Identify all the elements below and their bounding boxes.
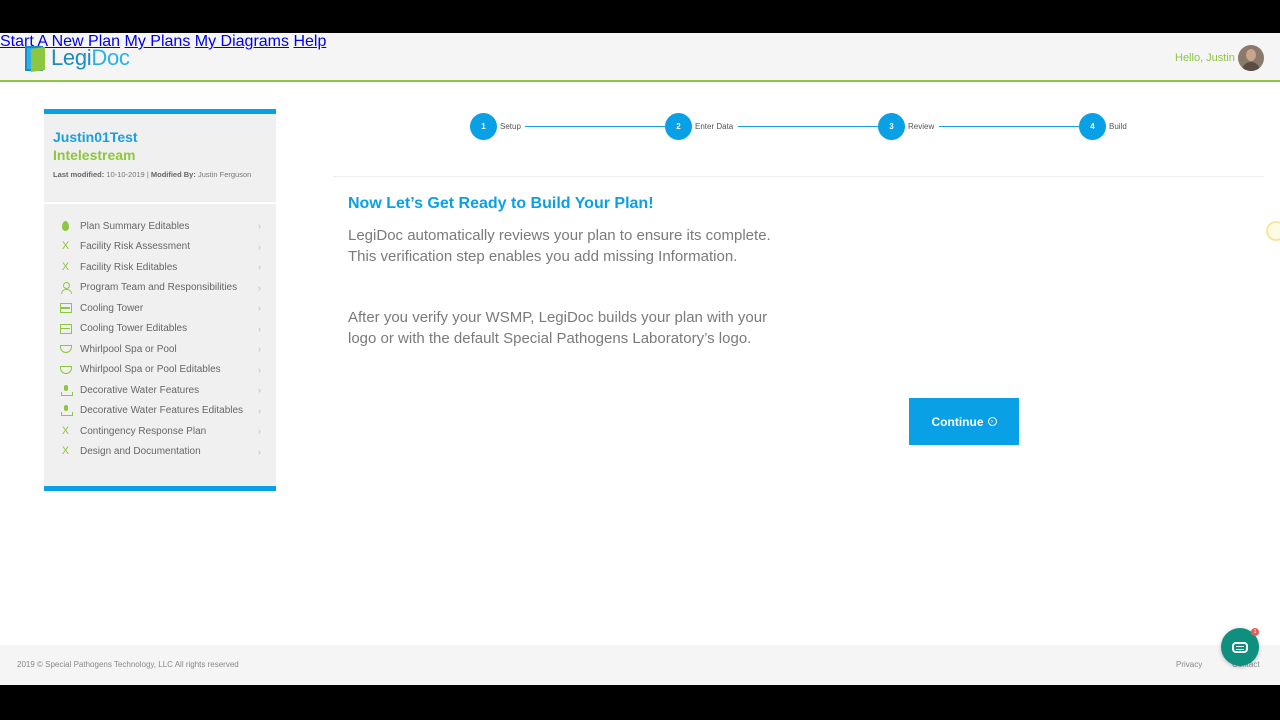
sidebar-item-label: Cooling Tower Editables — [80, 323, 188, 335]
continue-button[interactable]: Continue › — [909, 398, 1019, 445]
chat-launcher-button[interactable]: 1 — [1221, 628, 1259, 666]
step-connector — [939, 126, 1079, 127]
legidoc-logo[interactable]: LegiDoc — [23, 44, 130, 72]
chevron-right-icon: › — [258, 241, 261, 252]
step-2-circle[interactable]: 2 — [665, 113, 692, 140]
step-4-circle[interactable]: 4 — [1079, 113, 1106, 140]
sidebar-item-design-and-documentation[interactable]: X Design and Documentation › — [44, 442, 276, 463]
nav-help[interactable]: Help — [293, 33, 326, 50]
content-divider — [333, 176, 1264, 177]
plan-sidebar: Justin01Test Intelestream Last modified:… — [44, 109, 276, 491]
step-connector — [738, 126, 878, 127]
logo-text-doc: Doc — [91, 45, 130, 70]
sidebar-section-list: Plan Summary Editables › X Facility Risk… — [44, 204, 276, 486]
chevron-right-icon: › — [258, 262, 261, 273]
drop-icon — [58, 220, 73, 232]
top-letterbox — [0, 0, 1280, 33]
sidebar-item-whirlpool-spa-editables[interactable]: Whirlpool Spa or Pool Editables › — [44, 360, 276, 381]
organization-name: Intelestream — [53, 147, 136, 163]
chevron-right-icon: › — [258, 446, 261, 457]
sidebar-item-cooling-tower-editables[interactable]: Cooling Tower Editables › — [44, 319, 276, 340]
cooling-tower-icon — [58, 302, 73, 314]
last-modified-label: Last modified: — [53, 170, 105, 179]
chevron-right-icon: › — [258, 385, 261, 396]
step-3-label: Review — [908, 122, 935, 131]
sidebar-item-label: Facility Risk Assessment — [80, 241, 191, 253]
privacy-link[interactable]: Privacy — [1176, 660, 1202, 669]
chat-notification-badge: 1 — [1251, 628, 1259, 636]
plan-info: Justin01Test Intelestream Last modified:… — [44, 114, 276, 202]
sidebar-item-label: Cooling Tower — [80, 302, 144, 314]
avatar[interactable] — [1238, 45, 1264, 71]
header: LegiDoc Start A New Plan My Plans My Dia… — [0, 33, 1280, 82]
sidebar-item-cooling-tower[interactable]: Cooling Tower › — [44, 298, 276, 319]
step-1-circle[interactable]: 1 — [470, 113, 497, 140]
nav-my-plans[interactable]: My Plans — [125, 33, 191, 50]
logo-door-icon — [23, 45, 49, 72]
sidebar-item-label: Decorative Water Features Editables — [80, 405, 244, 417]
sidebar-item-label: Design and Documentation — [80, 446, 201, 458]
fountain-icon — [58, 405, 73, 417]
sidebar-item-program-team[interactable]: Program Team and Responsibilities › — [44, 278, 276, 299]
chevron-right-icon: › — [258, 405, 261, 416]
chevron-right-icon: › — [258, 282, 261, 293]
footer: 2019 © Special Pathogens Technology, LLC… — [0, 645, 1280, 685]
sidebar-item-label: Whirlpool Spa or Pool — [80, 343, 177, 355]
intro-paragraph: LegiDoc automatically reviews your plan … — [348, 227, 771, 265]
chat-bubble-icon — [1232, 641, 1248, 653]
x-icon: X — [61, 240, 70, 253]
sidebar-item-decorative-water-features[interactable]: Decorative Water Features › — [44, 380, 276, 401]
fountain-icon — [58, 384, 73, 396]
sidebar-item-plan-summary-editables[interactable]: Plan Summary Editables › — [44, 216, 276, 237]
spa-icon — [58, 343, 73, 355]
modified-by-label: Modified By: — [150, 170, 196, 179]
last-modified: Last modified: 10-10-2019 | Modified By:… — [53, 170, 252, 179]
step-2-label: Enter Data — [695, 122, 734, 131]
sidebar-item-label: Whirlpool Spa or Pool Editables — [80, 364, 221, 376]
sidebar-item-decorative-water-features-editables[interactable]: Decorative Water Features Editables › — [44, 401, 276, 422]
continue-button-label: Continue — [931, 414, 984, 429]
verify-paragraph: After you verify your WSMP, LegiDoc buil… — [348, 309, 768, 347]
page-title: Now Let’s Get Ready to Build Your Plan! — [348, 195, 654, 212]
chevron-right-icon: › — [258, 323, 261, 334]
chevron-right-icon: › — [258, 344, 261, 355]
sidebar-item-label: Decorative Water Features — [80, 384, 200, 396]
sidebar-item-facility-risk-editables[interactable]: X Facility Risk Editables › — [44, 257, 276, 278]
sidebar-item-label: Contingency Response Plan — [80, 425, 207, 437]
step-1-label: Setup — [500, 122, 521, 131]
step-4-label: Build — [1109, 122, 1127, 131]
chevron-right-icon: › — [258, 426, 261, 437]
step-3-circle[interactable]: 3 — [878, 113, 905, 140]
app-window: LegiDoc Start A New Plan My Plans My Dia… — [0, 33, 1280, 685]
x-icon: X — [61, 260, 70, 273]
person-icon — [58, 282, 73, 295]
chevron-right-icon: › — [258, 221, 261, 232]
logo-text: LegiDoc — [51, 45, 130, 71]
cursor-highlight-icon — [1266, 221, 1280, 241]
user-greeting[interactable]: Hello, Justin — [1175, 52, 1235, 64]
spa-icon — [58, 364, 73, 376]
sidebar-bottom-bar — [44, 486, 276, 491]
copyright-text: 2019 © Special Pathogens Technology, LLC… — [17, 660, 239, 669]
sidebar-item-contingency-response-plan[interactable]: X Contingency Response Plan › — [44, 421, 276, 442]
cooling-tower-icon — [58, 323, 73, 335]
sidebar-item-label: Program Team and Responsibilities — [80, 282, 238, 294]
chevron-right-icon: › — [258, 303, 261, 314]
x-icon: X — [61, 424, 70, 437]
nav-my-diagrams[interactable]: My Diagrams — [195, 33, 289, 50]
x-icon: X — [61, 445, 70, 458]
logo-text-legi: Legi — [51, 45, 92, 70]
plan-name: Justin01Test — [53, 129, 138, 145]
chevron-right-icon: › — [258, 364, 261, 375]
bottom-letterbox — [0, 685, 1280, 720]
arrow-circle-right-icon: › — [987, 417, 997, 426]
last-modified-date: 10-10-2019 — [106, 170, 145, 179]
step-connector — [525, 126, 665, 127]
progress-stepper: 1 Setup 2 Enter Data 3 Review 4 Build — [470, 113, 1150, 141]
sidebar-item-label: Plan Summary Editables — [80, 220, 190, 232]
sidebar-item-whirlpool-spa[interactable]: Whirlpool Spa or Pool › — [44, 339, 276, 360]
sidebar-item-facility-risk-assessment[interactable]: X Facility Risk Assessment › — [44, 237, 276, 258]
modified-by-name: Justin Ferguson — [197, 170, 252, 179]
sidebar-item-label: Facility Risk Editables — [80, 261, 178, 273]
